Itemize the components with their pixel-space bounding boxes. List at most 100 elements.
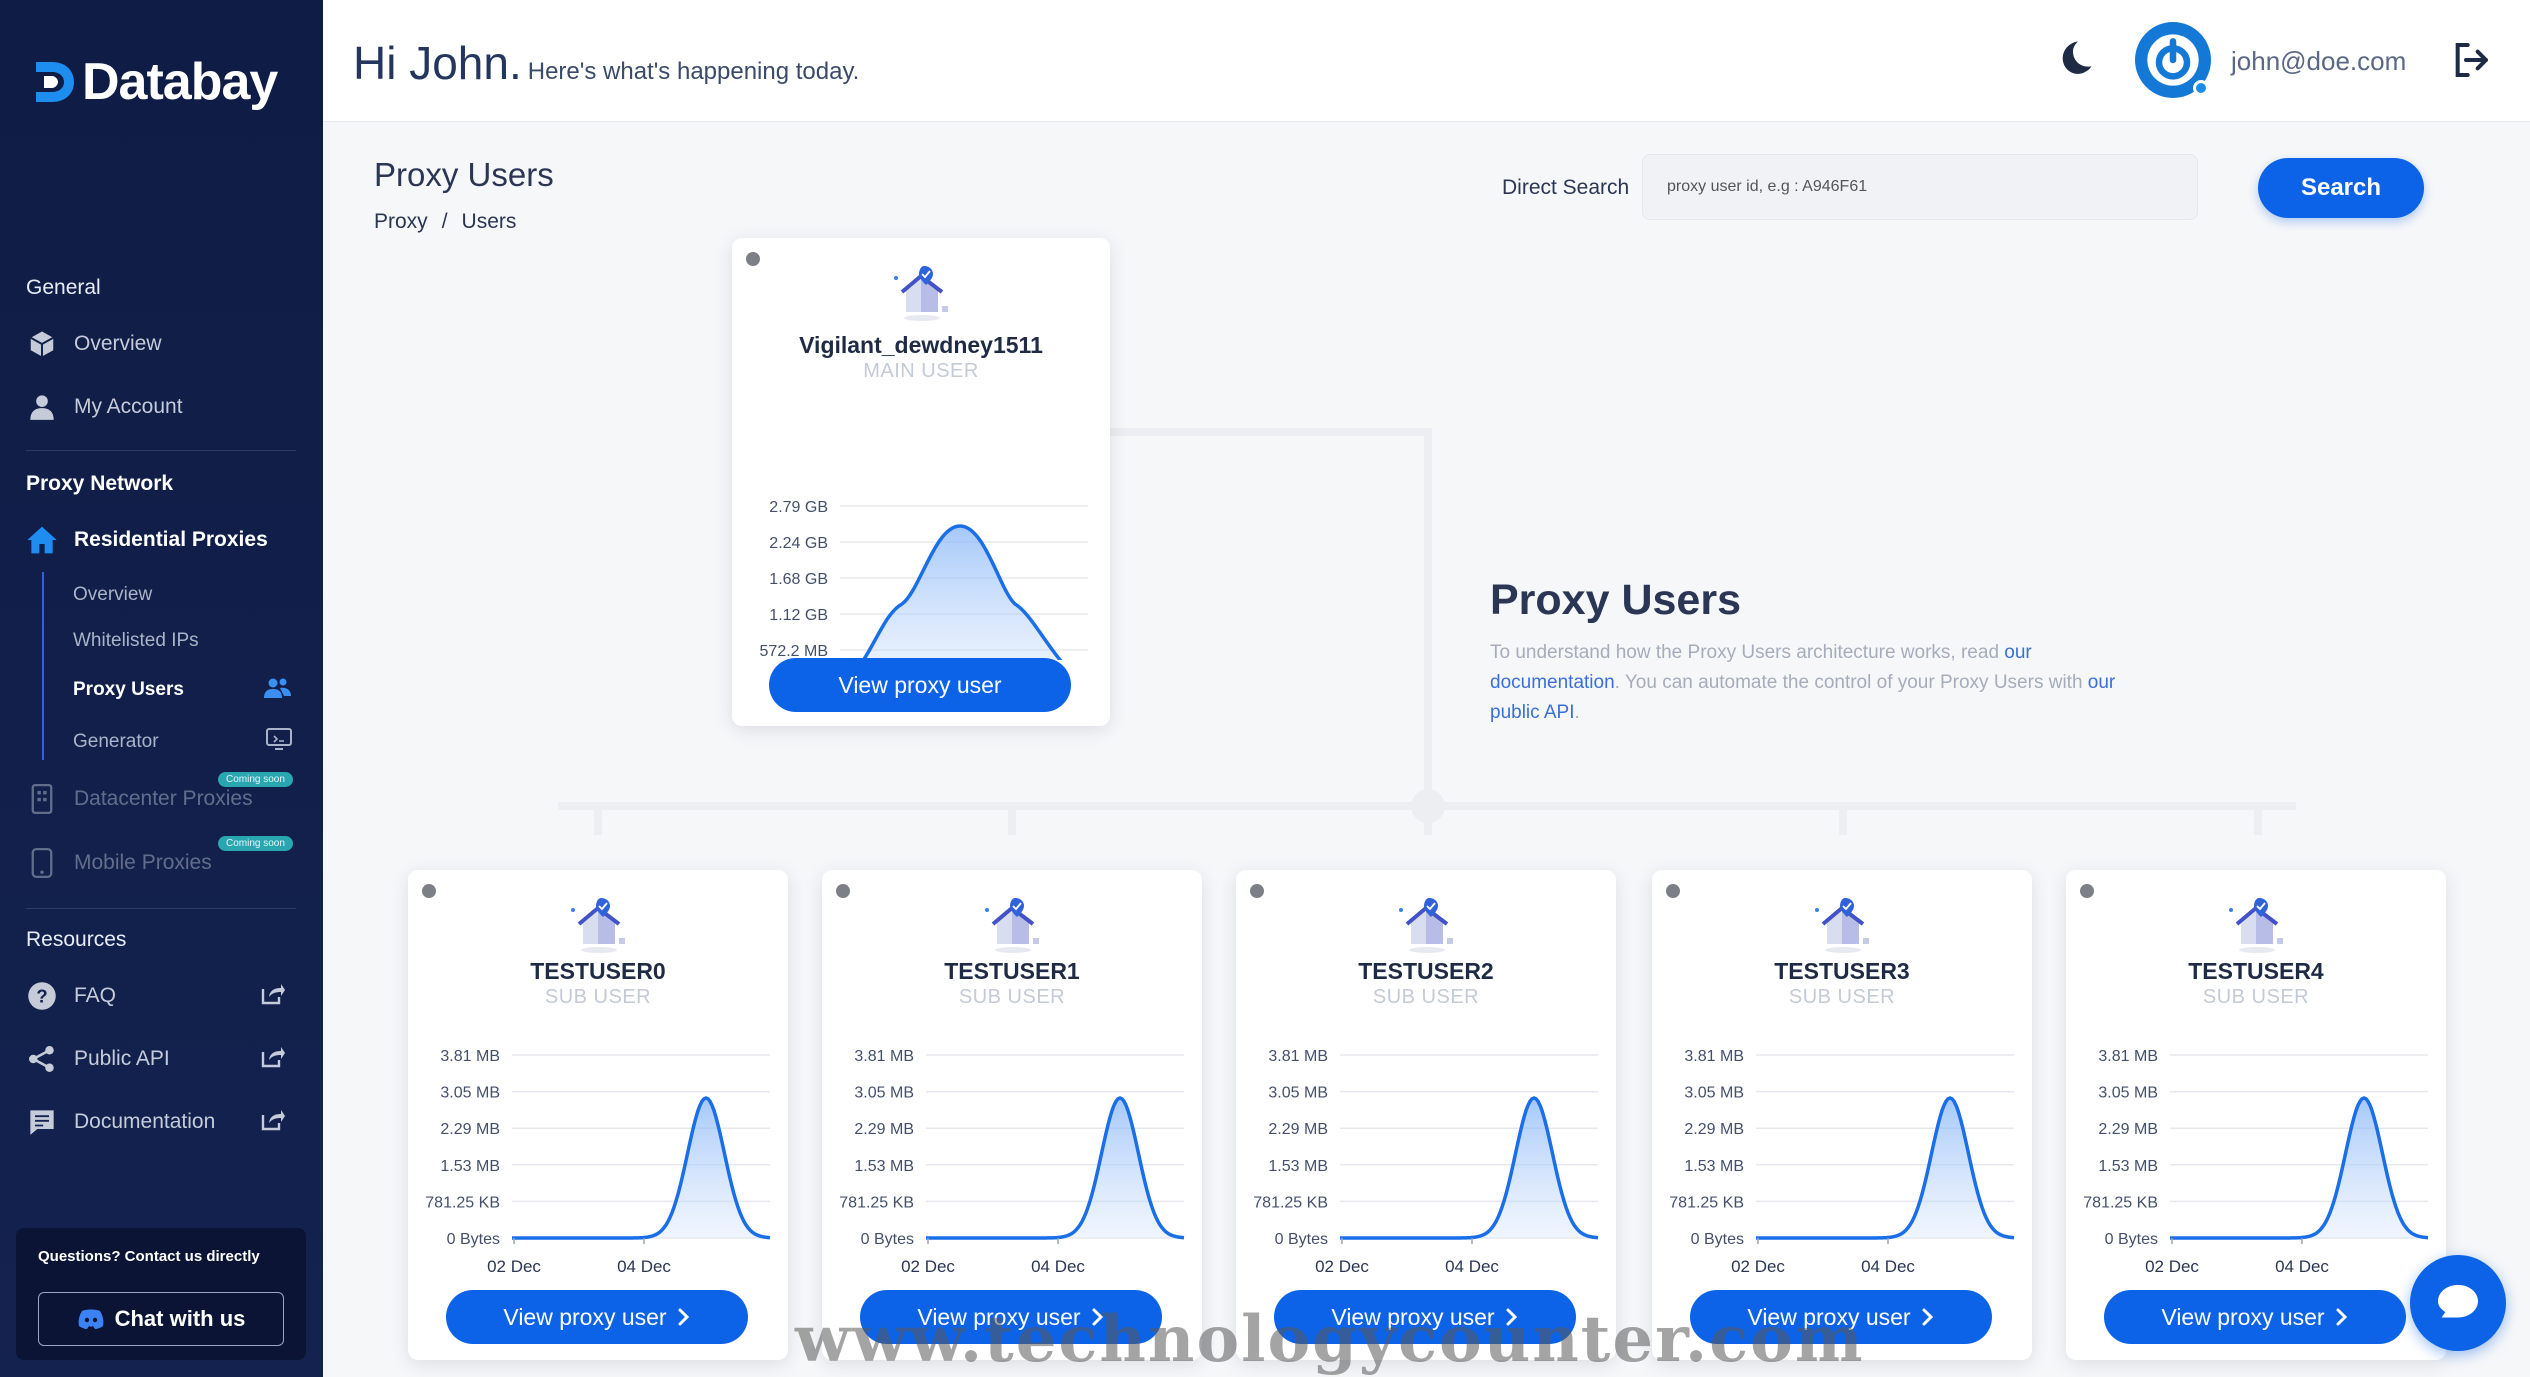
y-tick-label: 1.12 GB <box>769 607 828 624</box>
y-tick-label: 781.25 KB <box>839 1194 914 1211</box>
y-tick-label: 781.25 KB <box>2083 1194 2158 1211</box>
user-name: TESTUSER4 <box>2188 958 2324 984</box>
user-name: Vigilant_dewdney1511 <box>799 332 1043 358</box>
view-proxy-user-label: View proxy user <box>2161 1303 2325 1330</box>
chevron-right-icon <box>2336 1308 2347 1326</box>
y-tick-label: 3.05 MB <box>2098 1085 2158 1102</box>
sub-user-card: TESTUSER0 SUB USER 3.81 MB 3.05 MB 2.29 MB… <box>408 870 788 1360</box>
x-tick-label: 04 Dec <box>1445 1257 1499 1276</box>
user-name: TESTUSER3 <box>1774 958 1910 984</box>
house-icon <box>894 266 948 321</box>
x-tick-label: 02 Dec <box>901 1257 955 1276</box>
y-tick-label: 0 Bytes <box>2105 1231 2158 1248</box>
usage-chart: 3.81 MB 3.05 MB 2.29 MB 1.53 MB 781.25 KB 0 B… <box>839 1048 1185 1276</box>
x-tick-label: 04 Dec <box>617 1257 671 1276</box>
user-name: TESTUSER2 <box>1358 958 1494 984</box>
info-title: Proxy Users <box>1490 576 1741 624</box>
view-proxy-user-button[interactable]: View proxy user <box>2104 1290 2406 1344</box>
area-fill <box>512 1098 770 1238</box>
y-tick-label: 3.05 MB <box>440 1085 500 1102</box>
info-text-part: . You can automate the control of your P… <box>1614 672 2088 693</box>
house-icon <box>1815 898 1869 953</box>
sub-user-card: TESTUSER3 SUB USER 3.81 MB 3.05 MB 2.29 MB… <box>1652 870 2032 1360</box>
y-tick-label: 1.53 MB <box>440 1158 500 1175</box>
sub-user-card: TESTUSER1 SUB USER 3.81 MB 3.05 MB 2.29 MB… <box>822 870 1202 1360</box>
chat-launcher-button[interactable] <box>2410 1255 2506 1351</box>
usage-chart: 3.81 MB 3.05 MB 2.29 MB 1.53 MB 781.25 KB 0 B… <box>2083 1048 2429 1276</box>
status-dot <box>2080 884 2094 898</box>
x-tick-label: 02 Dec <box>2145 1257 2199 1276</box>
y-tick-label: 2.29 MB <box>1268 1121 1328 1138</box>
area-fill <box>2170 1098 2428 1238</box>
x-tick-label: 04 Dec <box>1861 1257 1915 1276</box>
y-tick-label: 3.81 MB <box>1268 1048 1328 1065</box>
user-role: SUB USER <box>2202 986 2310 1008</box>
user-role: SUB USER <box>544 986 652 1008</box>
y-tick-label: 1.53 MB <box>1684 1158 1744 1175</box>
user-role: SUB USER <box>958 986 1066 1008</box>
area-fill <box>863 526 1061 660</box>
house-icon <box>985 898 1039 953</box>
info-text-part: To understand how the Proxy Users archit… <box>1490 642 2005 663</box>
x-tick-label: 02 Dec <box>1731 1257 1785 1276</box>
usage-chart: 3.81 MB 3.05 MB 2.29 MB 1.53 MB 781.25 KB 0 B… <box>425 1048 771 1276</box>
y-tick-label: 0 Bytes <box>861 1231 914 1248</box>
user-role: MAIN USER <box>863 360 979 382</box>
y-tick-label: 2.29 MB <box>1684 1121 1744 1138</box>
x-tick-label: 04 Dec <box>1031 1257 1085 1276</box>
area-fill <box>1756 1098 2014 1238</box>
status-dot <box>746 252 760 266</box>
user-name: TESTUSER1 <box>944 958 1080 984</box>
y-tick-label: 2.29 MB <box>440 1121 500 1138</box>
user-name: TESTUSER0 <box>530 958 666 984</box>
view-proxy-user-button[interactable]: View proxy user <box>446 1290 748 1344</box>
chat-bubble-icon <box>2438 1284 2478 1318</box>
area-fill <box>926 1098 1184 1238</box>
y-tick-label: 781.25 KB <box>1669 1194 1744 1211</box>
status-dot <box>836 884 850 898</box>
house-icon <box>2229 898 2283 953</box>
x-tick-label: 02 Dec <box>487 1257 541 1276</box>
y-tick-label: 3.81 MB <box>440 1048 500 1065</box>
y-tick-label: 2.29 MB <box>854 1121 914 1138</box>
status-dot <box>1666 884 1680 898</box>
y-tick-label: 0 Bytes <box>447 1231 500 1248</box>
y-tick-label: 1.68 GB <box>769 571 828 588</box>
user-role: SUB USER <box>1788 986 1896 1008</box>
info-text: To understand how the Proxy Users archit… <box>1490 638 2150 728</box>
view-proxy-user-label: View proxy user <box>503 1303 667 1330</box>
y-tick-label: 3.81 MB <box>854 1048 914 1065</box>
usage-chart: 3.81 MB 3.05 MB 2.29 MB 1.53 MB 781.25 KB 0 B… <box>1669 1048 2015 1276</box>
sub-user-card: TESTUSER4 SUB USER 3.81 MB 3.05 MB 2.29 MB… <box>2066 870 2446 1360</box>
info-text-part: . <box>1574 702 1580 723</box>
main-user-card: Vigilant_dewdney1511 MAIN USER 2.79 GB 2.… <box>732 238 1110 726</box>
y-tick-label: 3.81 MB <box>2098 1048 2158 1065</box>
y-tick-label: 3.05 MB <box>1684 1085 1744 1102</box>
y-tick-label: 781.25 KB <box>1253 1194 1328 1211</box>
house-icon <box>1399 898 1453 953</box>
y-tick-label: 2.29 MB <box>2098 1121 2158 1138</box>
y-tick-label: 2.79 GB <box>769 499 828 516</box>
y-tick-label: 1.53 MB <box>854 1158 914 1175</box>
chevron-right-icon <box>1922 1308 1933 1326</box>
watermark: www.technologycounter.com <box>795 1302 1865 1377</box>
y-tick-label: 3.81 MB <box>1684 1048 1744 1065</box>
y-tick-label: 781.25 KB <box>425 1194 500 1211</box>
x-tick-label: 04 Dec <box>2275 1257 2329 1276</box>
y-tick-label: 3.05 MB <box>854 1085 914 1102</box>
usage-chart: 3.81 MB 3.05 MB 2.29 MB 1.53 MB 781.25 KB 0 B… <box>1253 1048 1599 1276</box>
y-tick-label: 0 Bytes <box>1275 1231 1328 1248</box>
status-dot <box>422 884 436 898</box>
view-proxy-user-button[interactable]: View proxy user <box>769 658 1071 712</box>
x-tick-label: 02 Dec <box>1315 1257 1369 1276</box>
chevron-right-icon <box>678 1308 689 1326</box>
status-dot <box>1250 884 1264 898</box>
sub-user-card: TESTUSER2 SUB USER 3.81 MB 3.05 MB 2.29 MB… <box>1236 870 1616 1360</box>
house-icon <box>571 898 625 953</box>
y-tick-label: 1.53 MB <box>2098 1158 2158 1175</box>
y-tick-label: 0 Bytes <box>1691 1231 1744 1248</box>
area-fill <box>1340 1098 1598 1238</box>
y-tick-label: 1.53 MB <box>1268 1158 1328 1175</box>
y-tick-label: 3.05 MB <box>1268 1085 1328 1102</box>
user-role: SUB USER <box>1372 986 1480 1008</box>
